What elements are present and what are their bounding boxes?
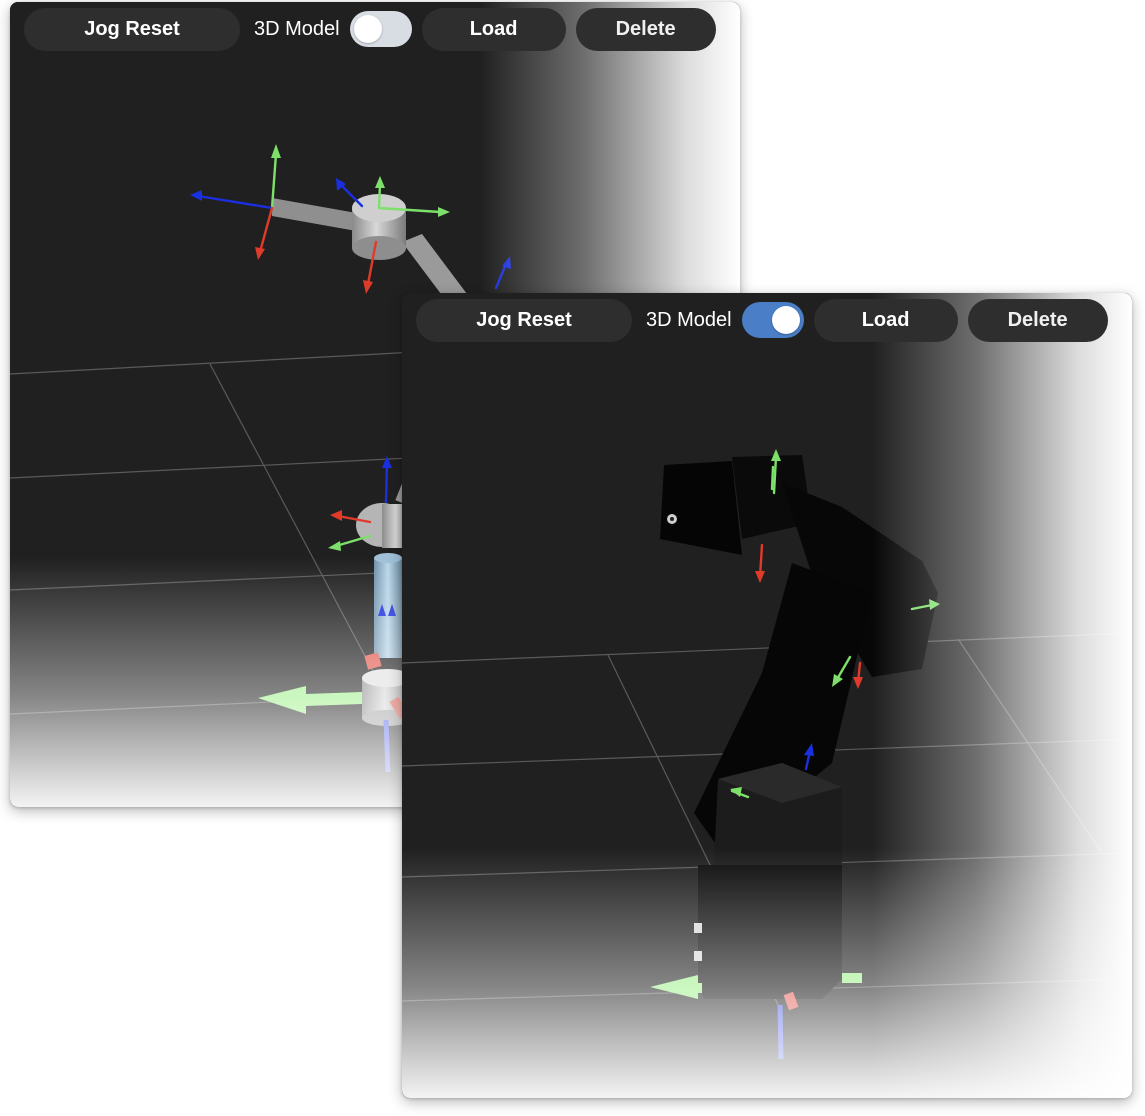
viewer-toolbar: Jog Reset 3D Model Load Delete	[416, 298, 1108, 342]
arm-link-lower	[374, 553, 402, 658]
3d-model-toggle[interactable]	[349, 11, 412, 47]
viewer-toolbar: Jog Reset 3D Model Load Delete	[24, 7, 716, 51]
load-button[interactable]: Load	[813, 298, 958, 342]
jog-reset-button[interactable]: Jog Reset	[24, 7, 240, 51]
robot-viewer-panel-solid: Jog Reset 3D Model Load Delete	[402, 293, 1132, 1098]
delete-button[interactable]: Delete	[967, 298, 1108, 342]
delete-button[interactable]: Delete	[575, 7, 716, 51]
3d-model-toggle[interactable]	[741, 302, 804, 338]
toggle-switch-icon	[771, 306, 800, 334]
3d-viewport-solid[interactable]	[402, 293, 1132, 1098]
toggle-switch-icon	[353, 15, 382, 43]
3d-model-toggle-label: 3D Model	[254, 17, 340, 40]
load-button[interactable]: Load	[421, 7, 566, 51]
3d-model-toggle-label: 3D Model	[646, 308, 732, 331]
jog-reset-button[interactable]: Jog Reset	[416, 298, 632, 342]
